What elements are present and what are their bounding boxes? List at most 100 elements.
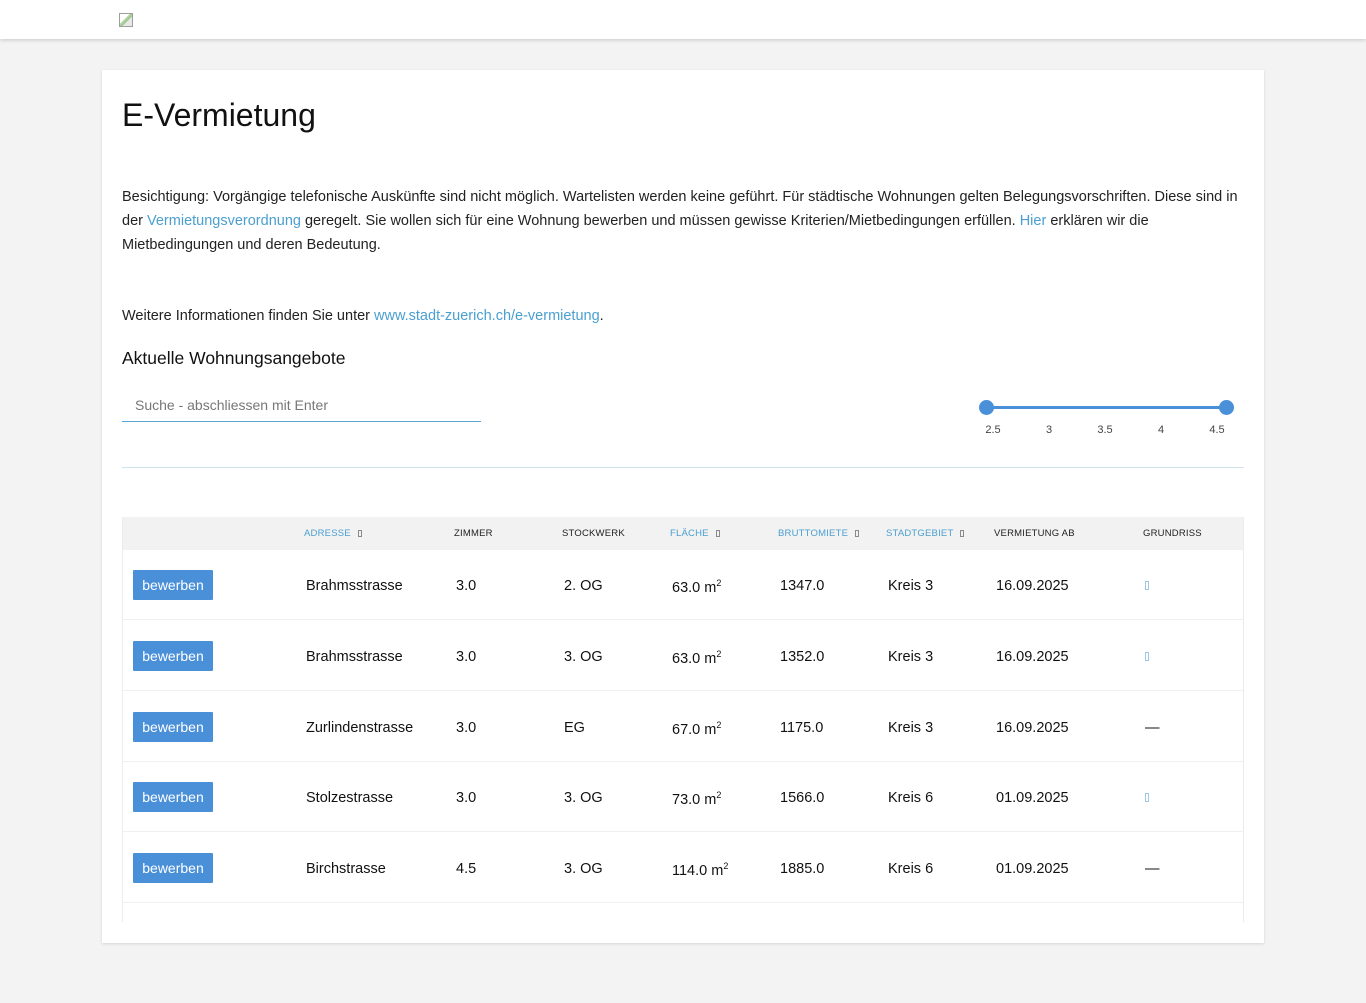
apply-button[interactable]: bewerben xyxy=(133,641,213,671)
column-header-address[interactable]: Adresse xyxy=(304,528,362,539)
cell-rent: 1352.0 xyxy=(780,649,825,665)
section-title: Aktuelle Wohnungsangebote xyxy=(122,348,346,368)
apply-button[interactable]: bewerben xyxy=(133,570,213,600)
column-header-area[interactable]: Fläche xyxy=(670,528,720,539)
more-info-text: Weitere Informationen finden Sie unter xyxy=(122,308,375,324)
cell-area: 63.0 m2 xyxy=(672,649,721,667)
cell-floor: 3. OG xyxy=(564,649,603,665)
floor-plan-file-icon[interactable] xyxy=(1145,652,1149,661)
room-range-slider[interactable]: 2.5 3 3.5 4 4.5 xyxy=(979,398,1235,438)
cell-address: Brahmsstrasse xyxy=(306,649,403,665)
floor-plan-file-icon[interactable] xyxy=(1145,793,1149,802)
column-header-label: Adresse xyxy=(304,528,351,539)
apply-button[interactable]: bewerben xyxy=(133,853,213,883)
column-header-district[interactable]: Stadtgebiet xyxy=(886,528,965,539)
area-value: 114.0 xyxy=(672,862,708,879)
cell-area: 73.0 m2 xyxy=(672,790,721,808)
column-header-label: Bruttomiete xyxy=(778,528,849,539)
cell-rooms: 4.5 xyxy=(456,861,477,877)
cell-address: Birchstrasse xyxy=(306,861,386,877)
cell-area: 63.0 m2 xyxy=(672,578,721,596)
cell-rooms: 3.0 xyxy=(456,649,477,665)
column-header-rooms: Zimmer xyxy=(454,528,493,539)
more-info-paragraph: Weitere Informationen finden Sie unter w… xyxy=(122,304,604,328)
table-row: bewerben Birchstrasse 4.5 3. OG 114.0 m2… xyxy=(123,833,1243,903)
floor-plan-unavailable: — xyxy=(1145,861,1160,877)
table-row: bewerben Brahmsstrasse 3.0 3. OG 63.0 m2… xyxy=(123,621,1243,691)
slider-tick: 3.5 xyxy=(1097,424,1113,436)
vermietungsverordnung-link[interactable]: Vermietungsverordnung xyxy=(147,213,301,229)
table-row: bewerben Brahmsstrasse 3.0 2. OG 63.0 m2… xyxy=(123,550,1243,620)
slider-tick: 2.5 xyxy=(985,424,1001,436)
more-info-suffix: . xyxy=(599,308,604,324)
divider xyxy=(122,467,1244,468)
apartments-table: Adresse Zimmer Stockwerk Fläche Bruttomi… xyxy=(122,517,1244,922)
sort-icon xyxy=(960,530,965,537)
cell-district: Kreis 3 xyxy=(888,578,934,594)
column-header-plan: Grundriss xyxy=(1143,528,1202,539)
cell-available: 16.09.2025 xyxy=(996,720,1069,736)
intro-paragraph: Besichtigung: Vorgängige telefonische Au… xyxy=(122,185,1244,257)
area-unit-exponent: 2 xyxy=(716,720,722,730)
cell-district: Kreis 6 xyxy=(888,790,934,806)
cell-rooms: 3.0 xyxy=(456,720,477,736)
main-card: E-Vermietung Besichtigung: Vorgängige te… xyxy=(102,70,1264,943)
cell-rooms: 3.0 xyxy=(456,790,477,806)
cell-rent: 1566.0 xyxy=(780,790,825,806)
table-row: bewerben Stolzestrasse 3.0 3. OG 73.0 m2… xyxy=(123,762,1243,832)
cell-area: 114.0 m2 xyxy=(672,861,728,879)
area-unit: m xyxy=(704,721,717,738)
intro-text-2: geregelt. Sie wollen sich für eine Wohnu… xyxy=(300,213,1020,229)
cell-available: 16.09.2025 xyxy=(996,578,1069,594)
area-unit: m xyxy=(711,862,724,879)
area-value: 67.0 xyxy=(672,721,701,738)
cell-address: Zurlindenstrasse xyxy=(306,720,414,736)
area-value: 63.0 xyxy=(672,650,701,667)
area-unit-exponent: 2 xyxy=(716,790,722,800)
cell-rent: 1885.0 xyxy=(780,861,825,877)
area-value: 73.0 xyxy=(672,791,701,808)
search-input[interactable] xyxy=(122,388,481,422)
table-row: bewerben Zurlindenstrasse 3.0 EG 67.0 m2… xyxy=(123,692,1243,762)
mietbedingungen-link[interactable]: Hier xyxy=(1020,213,1047,229)
cell-floor: 3. OG xyxy=(564,790,603,806)
apply-button[interactable]: bewerben xyxy=(133,782,213,812)
column-header-label: Fläche xyxy=(670,528,709,539)
sort-icon xyxy=(357,530,362,537)
area-unit: m xyxy=(704,791,717,808)
apply-button[interactable]: bewerben xyxy=(133,712,213,742)
e-vermietung-link[interactable]: www.stadt-zuerich.ch/e-vermietung xyxy=(374,308,600,324)
cell-rent: 1175.0 xyxy=(780,720,824,736)
cell-address: Brahmsstrasse xyxy=(306,578,403,594)
slider-track[interactable] xyxy=(987,406,1227,409)
area-unit: m xyxy=(704,579,717,596)
cell-address: Stolzestrasse xyxy=(306,790,394,806)
slider-handle-max[interactable] xyxy=(1219,400,1234,415)
column-header-rent[interactable]: Bruttomiete xyxy=(778,528,860,539)
page-title: E-Vermietung xyxy=(122,97,316,133)
column-header-label: Stadtgebiet xyxy=(886,528,954,539)
slider-tick: 3 xyxy=(1045,424,1053,436)
cell-floor: 2. OG xyxy=(564,578,603,594)
area-unit-exponent: 2 xyxy=(723,861,729,871)
area-value: 63.0 xyxy=(672,579,701,596)
floor-plan-file-icon[interactable] xyxy=(1145,581,1149,590)
cell-district: Kreis 6 xyxy=(888,861,934,877)
column-header-floor: Stockwerk xyxy=(562,528,625,539)
cell-district: Kreis 3 xyxy=(888,649,934,665)
column-header-available: Vermietung ab xyxy=(994,528,1075,539)
cell-district: Kreis 3 xyxy=(888,720,934,736)
slider-handle-min[interactable] xyxy=(979,400,994,415)
floor-plan-unavailable: — xyxy=(1145,720,1160,736)
cell-available: 01.09.2025 xyxy=(996,861,1069,877)
logo-image-icon[interactable] xyxy=(119,13,133,27)
top-bar xyxy=(0,0,1366,39)
cell-floor: 3. OG xyxy=(564,861,603,877)
area-unit-exponent: 2 xyxy=(716,578,722,588)
slider-tick: 4 xyxy=(1157,424,1165,436)
cell-floor: EG xyxy=(564,720,585,736)
cell-available: 01.09.2025 xyxy=(996,790,1069,806)
cell-area: 67.0 m2 xyxy=(672,720,721,738)
sort-icon xyxy=(715,530,720,537)
area-unit: m xyxy=(704,650,717,667)
